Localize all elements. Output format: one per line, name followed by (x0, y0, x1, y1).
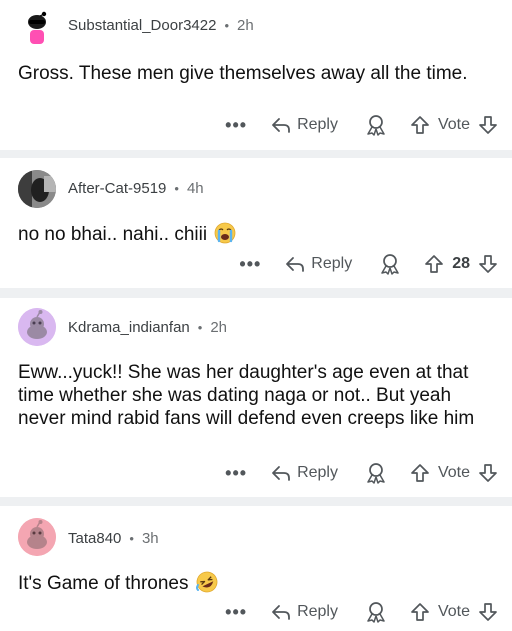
avatar[interactable] (18, 170, 56, 208)
comment-header: Kdrama_indianfan • 2h (68, 319, 227, 336)
vote-control: Vote (410, 602, 498, 622)
award-button[interactable] (364, 462, 388, 484)
comment-text: Gross. These men give themselves away al… (18, 63, 468, 84)
comment-text: no no bhai.. nahi.. chiii (18, 224, 208, 245)
comment-header: Tata840 • 3h (68, 530, 159, 547)
comment-divider (0, 150, 512, 158)
upvote-icon[interactable] (424, 254, 444, 274)
username[interactable]: Tata840 (68, 530, 121, 547)
comment-actions: ••• Reply 28 (239, 251, 498, 277)
award-icon (367, 463, 385, 484)
award-icon (367, 602, 385, 623)
upvote-icon[interactable] (410, 463, 430, 483)
comment-divider (0, 497, 512, 506)
vote-label: Vote (437, 116, 470, 133)
reply-label: Reply (297, 603, 338, 620)
award-button[interactable] (378, 253, 402, 275)
username[interactable]: Substantial_Door3422 (68, 17, 216, 34)
comment-header: Substantial_Door3422 • 2h (68, 17, 254, 34)
more-options-button[interactable]: ••• (239, 255, 261, 273)
award-icon (381, 254, 399, 275)
more-options-button[interactable]: ••• (225, 464, 247, 482)
comment-actions: ••• Reply Vote (225, 112, 498, 138)
comment-body: It's Game of thrones (18, 571, 502, 595)
crying-face-icon (214, 222, 236, 244)
comment-divider (0, 288, 512, 298)
reply-icon (286, 257, 305, 272)
timestamp: 2h (237, 17, 254, 34)
reply-label: Reply (297, 464, 338, 481)
username[interactable]: After-Cat-9519 (68, 180, 166, 197)
reply-icon (272, 118, 290, 133)
upvote-icon[interactable] (410, 602, 430, 622)
vote-control: Vote (410, 115, 498, 135)
award-icon (367, 115, 385, 136)
award-button[interactable] (364, 601, 388, 623)
timestamp: 3h (141, 530, 159, 547)
separator-dot: • (224, 18, 230, 33)
reply-icon (272, 466, 290, 481)
more-options-button[interactable]: ••• (225, 603, 247, 621)
reply-button[interactable]: Reply (271, 116, 338, 134)
downvote-icon[interactable] (478, 463, 498, 483)
vote-label: Vote (437, 603, 470, 620)
comment-text: It's Game of thrones (18, 573, 189, 594)
comment-4: Tata840 • 3h It's Game of thrones ••• Re… (0, 506, 512, 631)
separator-dot: • (129, 531, 134, 546)
comment-actions: ••• Reply Vote (225, 460, 498, 486)
upvote-icon[interactable] (410, 115, 430, 135)
avatar[interactable] (18, 518, 56, 556)
vote-control: Vote (410, 463, 498, 483)
reply-icon (272, 605, 290, 620)
comment-text: Eww...yuck!! She was her daughter's age … (18, 362, 475, 429)
comment-actions: ••• Reply Vote (225, 599, 498, 625)
avatar[interactable] (18, 8, 56, 46)
comment-1: Substantial_Door3422 • 2h Gross. These m… (0, 0, 512, 150)
downvote-icon[interactable] (478, 602, 498, 622)
award-button[interactable] (364, 114, 388, 136)
reply-button[interactable]: Reply (285, 255, 352, 273)
vote-control: 28 (424, 254, 498, 274)
reply-label: Reply (311, 255, 353, 272)
reply-label: Reply (297, 116, 338, 133)
rolling-on-floor-laughing-icon (195, 571, 218, 593)
downvote-icon[interactable] (478, 115, 498, 135)
more-options-button[interactable]: ••• (225, 116, 247, 134)
vote-count: 28 (452, 255, 470, 272)
avatar[interactable] (18, 308, 56, 346)
reply-button[interactable]: Reply (271, 603, 338, 621)
separator-dot: • (197, 320, 203, 335)
comment-2: After-Cat-9519 • 4h no no bhai.. nahi.. … (0, 158, 512, 288)
comment-3: Kdrama_indianfan • 2h Eww...yuck!! She w… (0, 298, 512, 497)
timestamp: 4h (186, 180, 204, 197)
reply-button[interactable]: Reply (271, 464, 338, 482)
vote-label: Vote (437, 464, 470, 481)
comment-header: After-Cat-9519 • 4h (68, 180, 204, 197)
timestamp: 2h (210, 319, 228, 336)
downvote-icon[interactable] (478, 254, 498, 274)
separator-dot: • (174, 181, 179, 196)
username[interactable]: Kdrama_indianfan (68, 319, 190, 336)
comment-body: no no bhai.. nahi.. chiii (18, 222, 502, 246)
